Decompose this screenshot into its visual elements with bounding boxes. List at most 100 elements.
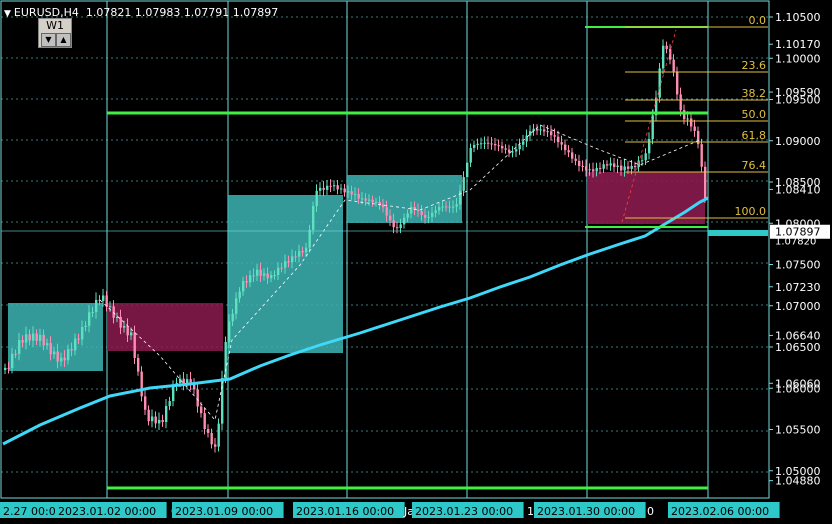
candle-body — [123, 325, 126, 328]
candle-body — [119, 316, 122, 328]
candle-body — [417, 209, 420, 212]
fib-level-label: 76.4 — [742, 159, 767, 172]
candle-body — [658, 68, 661, 98]
candle-body — [529, 131, 532, 136]
candle-body — [270, 275, 273, 279]
candle-body — [4, 367, 7, 370]
candle-body — [424, 215, 427, 218]
candle-body — [693, 126, 696, 131]
candle-body — [88, 312, 91, 326]
candle-body — [553, 135, 556, 137]
candle-body — [536, 128, 539, 131]
candle-body — [42, 334, 45, 346]
candle-body — [466, 162, 469, 178]
candle-body — [389, 215, 392, 221]
candle-body — [613, 163, 616, 167]
price-tick-label: 1.07500 — [775, 259, 821, 272]
candle-body — [522, 141, 525, 145]
timeframe-box[interactable]: W1 ▼ ▲ — [38, 18, 72, 48]
candle-body — [560, 142, 563, 145]
candle-body — [287, 261, 290, 263]
candle-body — [641, 160, 644, 162]
candle-body — [18, 340, 21, 354]
candle-body — [340, 188, 343, 190]
candle-body — [350, 191, 353, 195]
candle-body — [140, 371, 143, 397]
price-tick-label: 1.07000 — [775, 300, 821, 313]
candle-body — [630, 165, 633, 169]
candle-body — [322, 187, 325, 190]
price-chart[interactable]: 0.0 23.6 38.2 50.0 61.8 76.4 100.0 1.10500 1.10… — [0, 0, 832, 524]
timeframe-up-button[interactable]: ▲ — [56, 33, 71, 47]
candle-body — [627, 166, 630, 169]
candle-body — [151, 416, 154, 422]
price-tick-label: 1.09500 — [775, 94, 821, 107]
candle-body — [11, 353, 14, 369]
price-tick-label: 1.07230 — [775, 281, 821, 294]
candle-body — [256, 269, 259, 276]
candle-body — [606, 164, 609, 166]
candle-body — [210, 432, 213, 445]
price-tick-label: 1.10000 — [775, 52, 821, 65]
time-tick-label: 2023.01.16 00:00 — [296, 505, 394, 518]
candle-body — [546, 131, 549, 133]
timeframe-down-button[interactable]: ▼ — [41, 33, 56, 47]
candle-body — [518, 144, 521, 150]
fib-level-label: 61.8 — [742, 129, 767, 142]
candle-body — [623, 166, 626, 171]
candle-body — [501, 146, 504, 149]
candle-body — [550, 131, 553, 136]
fib-level-label: 50.0 — [742, 108, 767, 121]
candle-body — [665, 45, 668, 50]
candle-body — [585, 166, 588, 171]
candle-body — [112, 306, 115, 318]
candle-body — [56, 351, 59, 362]
candle-body — [578, 160, 581, 167]
candle-body — [469, 147, 472, 163]
candle-body — [448, 206, 451, 208]
candle-body — [354, 194, 357, 196]
candle-body — [126, 325, 129, 336]
candle-body — [245, 281, 248, 283]
candle-body — [252, 275, 255, 277]
candle-body — [595, 167, 598, 172]
candle-body — [438, 207, 441, 211]
weekly-range-box[interactable] — [587, 172, 705, 224]
candle-body — [396, 227, 399, 229]
candle-body — [592, 169, 595, 172]
time-tick-label: 2023.01.02 00:00 — [58, 505, 156, 518]
candle-body — [599, 167, 602, 169]
candle-body — [399, 224, 402, 229]
candle-body — [371, 199, 374, 203]
price-tick-label: 1.10170 — [775, 38, 821, 51]
candle-body — [452, 206, 455, 208]
candle-body — [504, 148, 507, 150]
candle-body — [700, 144, 703, 167]
candle-body — [567, 150, 570, 153]
candle-body — [557, 136, 560, 143]
candle-body — [361, 198, 364, 200]
current-price-bar — [708, 230, 768, 236]
candle-body — [420, 211, 423, 216]
candle-body — [375, 201, 378, 203]
candle-body — [77, 338, 80, 340]
candle-body — [32, 333, 35, 341]
candle-body — [648, 139, 651, 154]
candle-body — [487, 142, 490, 144]
candle-body — [609, 163, 612, 166]
weekly-range-box[interactable] — [228, 195, 343, 353]
candle-body — [329, 185, 332, 187]
candle-body — [224, 341, 227, 379]
chart-background — [0, 0, 832, 524]
candle-body — [672, 59, 675, 72]
candle-body — [165, 405, 168, 423]
candle-body — [207, 429, 210, 433]
candle-body — [214, 444, 217, 447]
candle-body — [161, 419, 164, 423]
candle-body — [490, 143, 493, 145]
fib-level-label: 0.0 — [749, 14, 767, 27]
candle-body — [455, 204, 458, 207]
candle-body — [130, 332, 133, 336]
candle-body — [543, 129, 546, 132]
candle-body — [336, 185, 339, 190]
